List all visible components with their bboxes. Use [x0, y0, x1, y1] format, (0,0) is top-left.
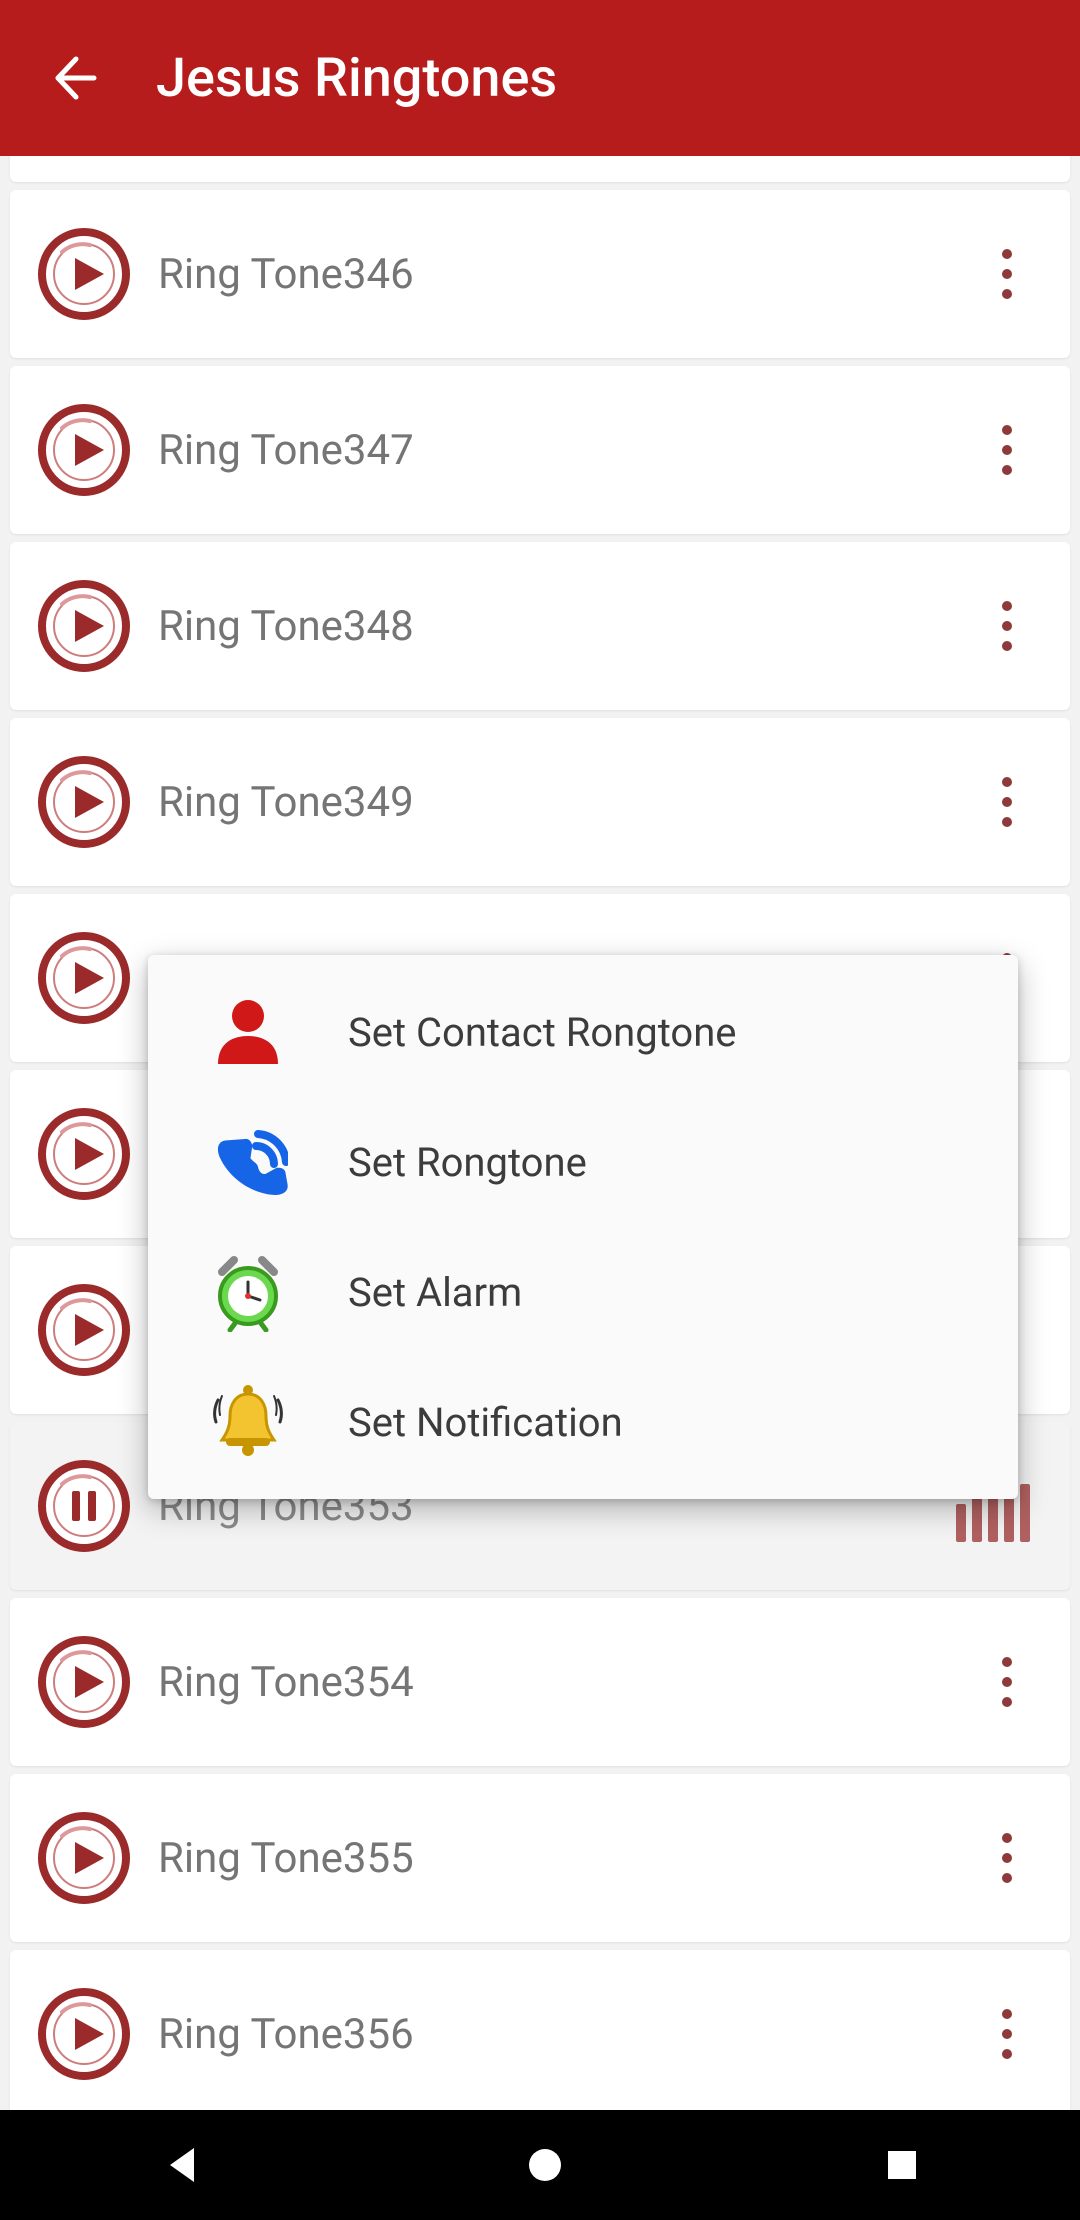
- menu-item-label: Set Notification: [348, 1399, 623, 1446]
- nav-home-button[interactable]: [525, 2145, 565, 2185]
- more-vert-icon: [1002, 1657, 1012, 1667]
- menu-item-label: Set Rongtone: [348, 1139, 587, 1186]
- person-icon: [148, 992, 348, 1072]
- arrow-left-icon: [48, 53, 98, 103]
- play-icon: [38, 228, 130, 320]
- play-icon: [38, 932, 130, 1024]
- list-item[interactable]: Ring Tone349: [10, 718, 1070, 886]
- more-vert-icon: [1002, 249, 1012, 259]
- list-item[interactable]: Ring Tone356: [10, 1950, 1070, 2110]
- play-button[interactable]: [38, 1108, 130, 1200]
- menu-item[interactable]: Set Notification: [148, 1357, 1018, 1487]
- phone-icon: [148, 1122, 348, 1202]
- pause-icon: [38, 1460, 130, 1552]
- triangle-left-icon: [160, 2142, 206, 2188]
- more-vert-icon: [1002, 777, 1012, 787]
- menu-item-label: Set Alarm: [348, 1269, 522, 1316]
- play-button[interactable]: [38, 932, 130, 1024]
- more-vert-icon: [1002, 1833, 1012, 1843]
- system-nav-bar: [0, 2110, 1080, 2220]
- play-icon: [38, 1284, 130, 1376]
- bell-icon: [148, 1382, 348, 1462]
- play-icon: [38, 404, 130, 496]
- play-button[interactable]: [38, 1636, 130, 1728]
- play-button[interactable]: [38, 228, 130, 320]
- ringtone-label: Ring Tone348: [158, 602, 972, 651]
- more-options-button[interactable]: [972, 1999, 1042, 2069]
- list-item[interactable]: Ring Tone346: [10, 190, 1070, 358]
- nav-back-button[interactable]: [160, 2142, 206, 2188]
- pause-button[interactable]: [38, 1460, 130, 1552]
- ringtone-label: Ring Tone347: [158, 426, 972, 475]
- list-item[interactable]: Ring Tone347: [10, 366, 1070, 534]
- more-options-button[interactable]: [972, 591, 1042, 661]
- more-vert-icon: [1002, 425, 1012, 435]
- more-options-button[interactable]: [972, 1823, 1042, 1893]
- ringtone-label: Ring Tone346: [158, 250, 972, 299]
- more-options-button[interactable]: [972, 415, 1042, 485]
- circle-icon: [525, 2145, 565, 2185]
- ringtone-label: Ring Tone356: [158, 2010, 972, 2059]
- play-button[interactable]: [38, 580, 130, 672]
- play-icon: [38, 1812, 130, 1904]
- nav-recents-button[interactable]: [884, 2147, 920, 2183]
- menu-item[interactable]: Set Contact Rongtone: [148, 967, 1018, 1097]
- app-bar: Jesus Ringtones: [0, 0, 1080, 156]
- page-title: Jesus Ringtones: [156, 47, 557, 110]
- list-item[interactable]: Ring Tone345: [10, 156, 1070, 182]
- play-button[interactable]: [38, 1284, 130, 1376]
- ringtone-label: Ring Tone355: [158, 1834, 972, 1883]
- ringtone-label: Ring Tone349: [158, 778, 972, 827]
- play-icon: [38, 1108, 130, 1200]
- list-item[interactable]: Ring Tone348: [10, 542, 1070, 710]
- square-icon: [884, 2147, 920, 2183]
- list-item[interactable]: Ring Tone354: [10, 1598, 1070, 1766]
- play-icon: [38, 1988, 130, 2080]
- more-options-button[interactable]: [972, 1647, 1042, 1717]
- play-button[interactable]: [38, 1812, 130, 1904]
- clock-icon: [148, 1252, 348, 1332]
- play-button[interactable]: [38, 756, 130, 848]
- menu-item[interactable]: Set Alarm: [148, 1227, 1018, 1357]
- play-icon: [38, 756, 130, 848]
- more-options-button[interactable]: [972, 239, 1042, 309]
- list-item[interactable]: Ring Tone355: [10, 1774, 1070, 1942]
- play-icon: [38, 1636, 130, 1728]
- play-button[interactable]: [38, 1988, 130, 2080]
- play-button[interactable]: [38, 404, 130, 496]
- back-button[interactable]: [38, 43, 108, 113]
- more-options-button[interactable]: [972, 767, 1042, 837]
- more-vert-icon: [1002, 601, 1012, 611]
- more-vert-icon: [1002, 2009, 1012, 2019]
- menu-item-label: Set Contact Rongtone: [348, 1009, 737, 1056]
- menu-item[interactable]: Set Rongtone: [148, 1097, 1018, 1227]
- context-menu: Set Contact Rongtone Set Rongtone Set Alar…: [148, 955, 1018, 1499]
- screen: Jesus Ringtones Ring Tone345 Ring Tone346…: [0, 0, 1080, 2220]
- ringtone-label: Ring Tone354: [158, 1658, 972, 1707]
- play-icon: [38, 580, 130, 672]
